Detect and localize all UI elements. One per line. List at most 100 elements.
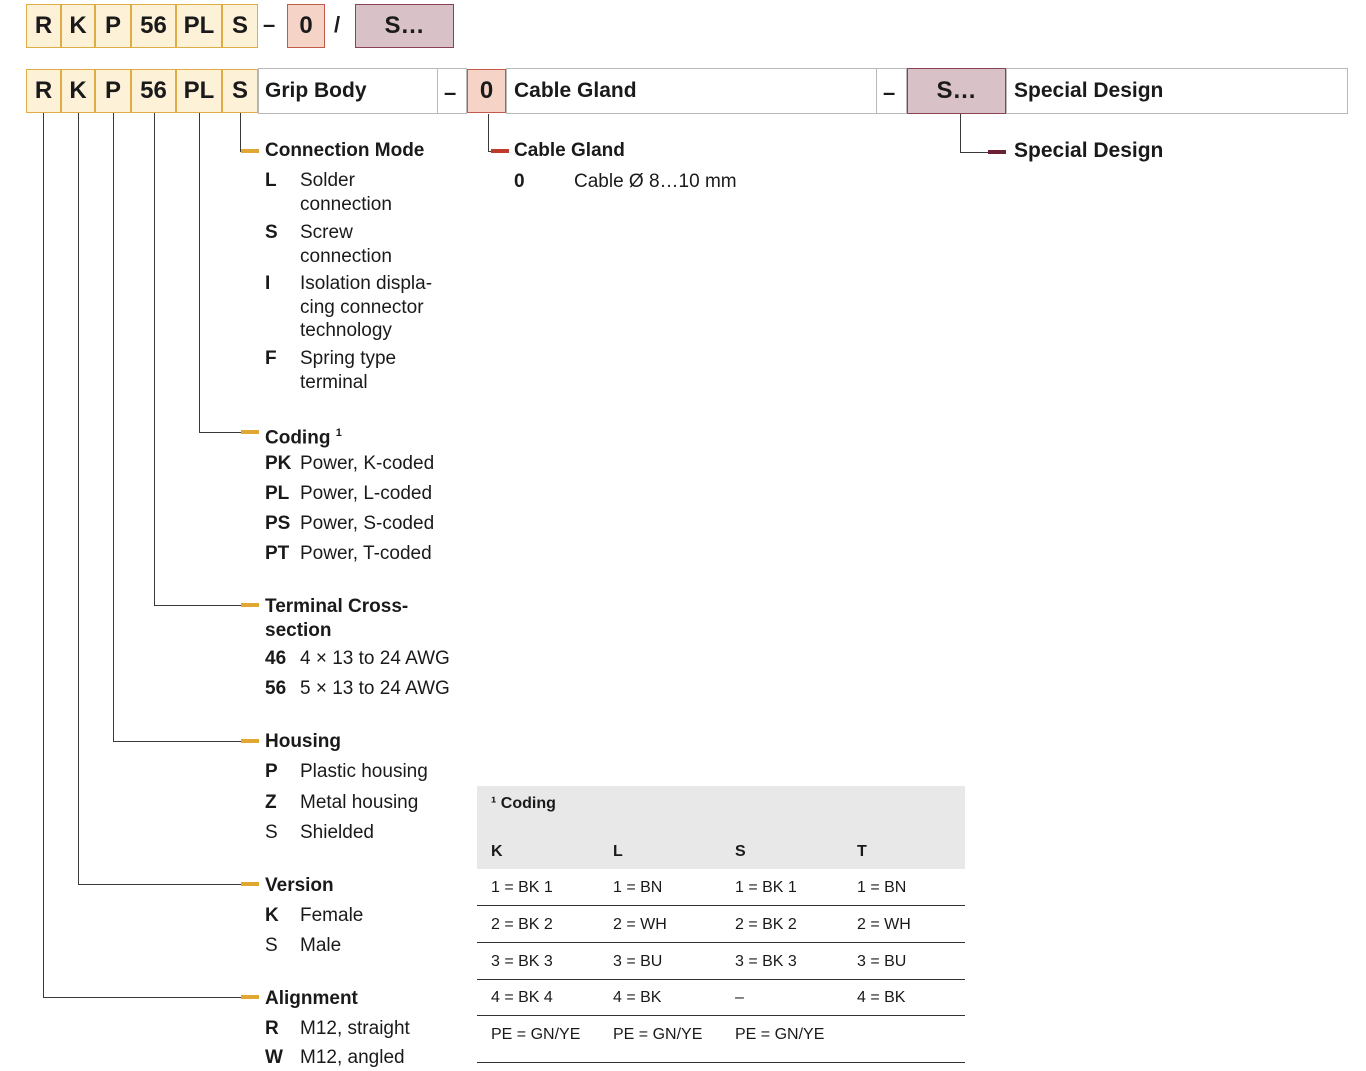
version-desc-k: Female — [300, 905, 364, 926]
table-cell: 3 = BK 3 — [491, 953, 553, 970]
coding-table-header-k: K — [491, 843, 503, 860]
marker-alignment — [241, 995, 259, 999]
connection-code-l: L — [265, 170, 277, 191]
connector-housing-h — [113, 741, 241, 742]
connector-connection-v — [240, 113, 241, 152]
table-cell: 4 = BK — [857, 989, 906, 1006]
connector-housing-v — [113, 113, 114, 742]
table-row-divider — [477, 1062, 965, 1063]
connector-coding-h — [199, 432, 241, 433]
header-box-cable: 0 — [467, 69, 506, 113]
marker-cable — [491, 149, 509, 153]
header-box-coding: PL — [176, 69, 222, 113]
special-design-title: Special Design — [1014, 139, 1164, 162]
table-cell: 1 = BK 1 — [735, 879, 797, 896]
table-cell: 3 = BK 3 — [735, 953, 797, 970]
top-code-slash: / — [334, 12, 341, 37]
alignment-code-r: R — [265, 1018, 279, 1039]
terminal-code-56: 56 — [265, 678, 287, 699]
table-row-divider — [477, 905, 965, 906]
connection-code-f: F — [265, 348, 277, 369]
table-row-divider — [477, 1015, 965, 1016]
top-code-box-terminal: 56 — [131, 4, 176, 48]
table-cell: PE = GN/YE — [735, 1026, 825, 1043]
connection-desc-i: Isolation displa- cing connector technol… — [300, 273, 433, 341]
connector-coding-v — [199, 113, 200, 433]
coding-code-ps: PS — [265, 513, 291, 534]
version-title: Version — [265, 875, 334, 896]
coding-footnote-mark: 1 — [335, 427, 342, 439]
header-box-version: K — [61, 69, 95, 113]
marker-connection — [241, 149, 259, 153]
cable-gland-code-0: 0 — [514, 171, 525, 192]
coding-desc-pk: Power, K-coded — [300, 453, 435, 474]
coding-code-pk: PK — [265, 453, 292, 474]
marker-terminal — [241, 603, 259, 607]
top-code-box-alignment: R — [26, 4, 61, 48]
top-code-box-special: S… — [355, 4, 454, 48]
header-box-special: S… — [907, 68, 1006, 114]
version-code-s: S — [265, 935, 278, 956]
table-cell: – — [735, 989, 744, 1006]
connection-code-s: S — [265, 222, 278, 243]
connector-version-v — [78, 113, 79, 885]
housing-code-s: S — [265, 822, 278, 843]
table-cell: PE = GN/YE — [613, 1026, 703, 1043]
connection-desc-f: Spring type terminal — [300, 348, 397, 393]
marker-coding — [241, 430, 259, 434]
header-box-terminal: 56 — [131, 69, 176, 113]
version-code-k: K — [265, 905, 279, 926]
table-cell: 1 = BK 1 — [491, 879, 553, 896]
table-cell: 3 = BU — [613, 953, 663, 970]
alignment-desc-r: M12, straight — [300, 1018, 410, 1039]
header-box-alignment: R — [26, 69, 61, 113]
alignment-desc-w: M12, angled — [300, 1047, 405, 1068]
table-cell: 2 = WH — [857, 916, 911, 933]
alignment-code-w: W — [265, 1047, 283, 1068]
coding-table-header-s: S — [735, 843, 746, 860]
coding-code-pl: PL — [265, 483, 290, 504]
header-dash-2: – — [883, 80, 896, 105]
header-box-connection: S — [222, 69, 258, 113]
connector-special-v — [960, 114, 961, 153]
coding-table-title: ¹ Coding — [491, 795, 556, 812]
marker-special — [988, 150, 1006, 154]
table-cell: 2 = BK 2 — [491, 916, 553, 933]
housing-title: Housing — [265, 731, 341, 752]
table-cell: PE = GN/YE — [491, 1026, 581, 1043]
connector-alignment-h — [43, 997, 241, 998]
top-code-box-cable: 0 — [287, 4, 325, 48]
top-code-dash: – — [263, 12, 276, 37]
coding-desc-pl: Power, L-coded — [300, 483, 433, 504]
connector-version-h — [78, 884, 241, 885]
coding-title-wrap: Coding 1 — [265, 421, 342, 450]
cable-gland-label: Cable Gland — [514, 79, 637, 102]
table-cell: 3 = BU — [857, 953, 907, 970]
table-cell: 2 = BK 2 — [735, 916, 797, 933]
top-code-box-version: K — [61, 4, 95, 48]
terminal-title: Terminal Cross- section — [265, 596, 409, 641]
table-row-divider — [477, 979, 965, 980]
connector-cable-v — [488, 114, 489, 152]
coding-desc-ps: Power, S-coded — [300, 513, 435, 534]
top-code-box-connection: S — [222, 4, 258, 48]
coding-table-header-t: T — [857, 843, 867, 860]
table-cell: 4 = BK 4 — [491, 989, 553, 1006]
coding-code-pt: PT — [265, 543, 290, 564]
housing-desc-s: Shielded — [300, 822, 374, 843]
connection-desc-l: Solder connection — [300, 170, 392, 215]
coding-title: Coding — [265, 427, 331, 449]
header-dash-1: – — [444, 80, 457, 105]
table-cell: 1 = BN — [613, 879, 663, 896]
connector-alignment-v — [43, 113, 44, 998]
table-cell: 4 = BK — [613, 989, 662, 1006]
connection-mode-title: Connection Mode — [265, 140, 425, 161]
version-desc-s: Male — [300, 935, 342, 956]
table-cell: 1 = BN — [857, 879, 907, 896]
cable-gland-title: Cable Gland — [514, 140, 625, 161]
special-design-label: Special Design — [1014, 79, 1164, 102]
housing-code-z: Z — [265, 792, 277, 813]
table-row-divider — [477, 942, 965, 943]
housing-desc-p: Plastic housing — [300, 761, 428, 782]
housing-desc-z: Metal housing — [300, 792, 419, 813]
